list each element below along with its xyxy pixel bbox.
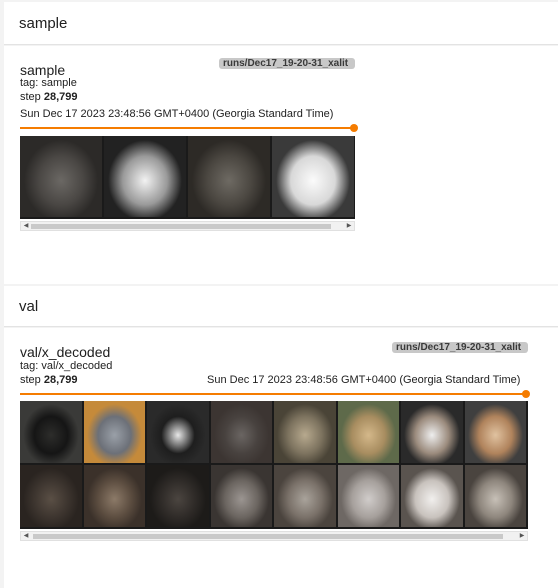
step-slider-track[interactable] [20,127,354,129]
cat-image [188,136,270,217]
section-title: val [19,298,39,315]
cat-image [20,136,102,217]
step-value: 28,799 [43,91,78,103]
cat-image [274,465,336,527]
scroll-left-icon[interactable]: ◀ [22,222,30,230]
timestamp: Sun Dec 17 2023 23:48:56 GMT+0400 (Georg… [20,108,334,120]
scroll-right-icon[interactable]: ▶ [345,222,353,230]
cat-image [401,465,463,527]
tag-label: tag: val/x_decoded [20,360,113,372]
cat-image [464,465,526,527]
image-grid [20,401,528,529]
scroll-left-icon[interactable]: ◀ [22,532,30,540]
image-strip [20,136,355,219]
step-slider-thumb[interactable] [522,390,530,398]
cat-image [337,465,399,527]
cat-image [274,401,336,463]
step-label: step 28,799 [20,91,78,103]
cat-image [83,401,145,463]
horizontal-scrollbar[interactable]: ◀ ▶ [20,531,528,541]
cat-image [272,136,354,217]
cat-image [147,401,209,463]
tag-label: tag: sample [20,77,77,89]
run-chip: runs/Dec17_19-20-31_xalit [219,58,355,69]
cat-image [147,465,209,527]
cat-image [210,401,272,463]
cat-image [401,401,463,463]
card-title: val/x_decoded [20,344,111,360]
step-label: step 28,799 [20,374,78,386]
card-title: sample [20,62,66,78]
card-sample: runs/Dec17_19-20-31_xalit sample tag: sa… [4,46,558,284]
timestamp: Sun Dec 17 2023 23:48:56 GMT+0400 (Georg… [207,374,521,386]
cat-image [20,465,82,527]
cat-image [210,465,272,527]
run-chip: runs/Dec17_19-20-31_xalit [392,342,528,353]
cat-image [83,465,145,527]
cat-image [337,401,399,463]
scroll-right-icon[interactable]: ▶ [518,532,526,540]
card-val-x-decoded: runs/Dec17_19-20-31_xalit val/x_decoded … [4,328,558,588]
step-slider-thumb[interactable] [350,124,358,132]
step-slider-track[interactable] [20,393,528,395]
section-header-val[interactable]: val [4,286,558,327]
horizontal-scrollbar[interactable]: ◀ ▶ [20,221,355,231]
cat-image [104,136,186,217]
scroll-thumb[interactable] [31,224,331,229]
scroll-thumb[interactable] [33,534,503,539]
step-value: 28,799 [43,374,78,386]
cat-image [20,401,82,463]
cat-image [464,401,526,463]
section-title: sample [19,15,68,32]
section-header-sample[interactable]: sample [4,2,558,45]
